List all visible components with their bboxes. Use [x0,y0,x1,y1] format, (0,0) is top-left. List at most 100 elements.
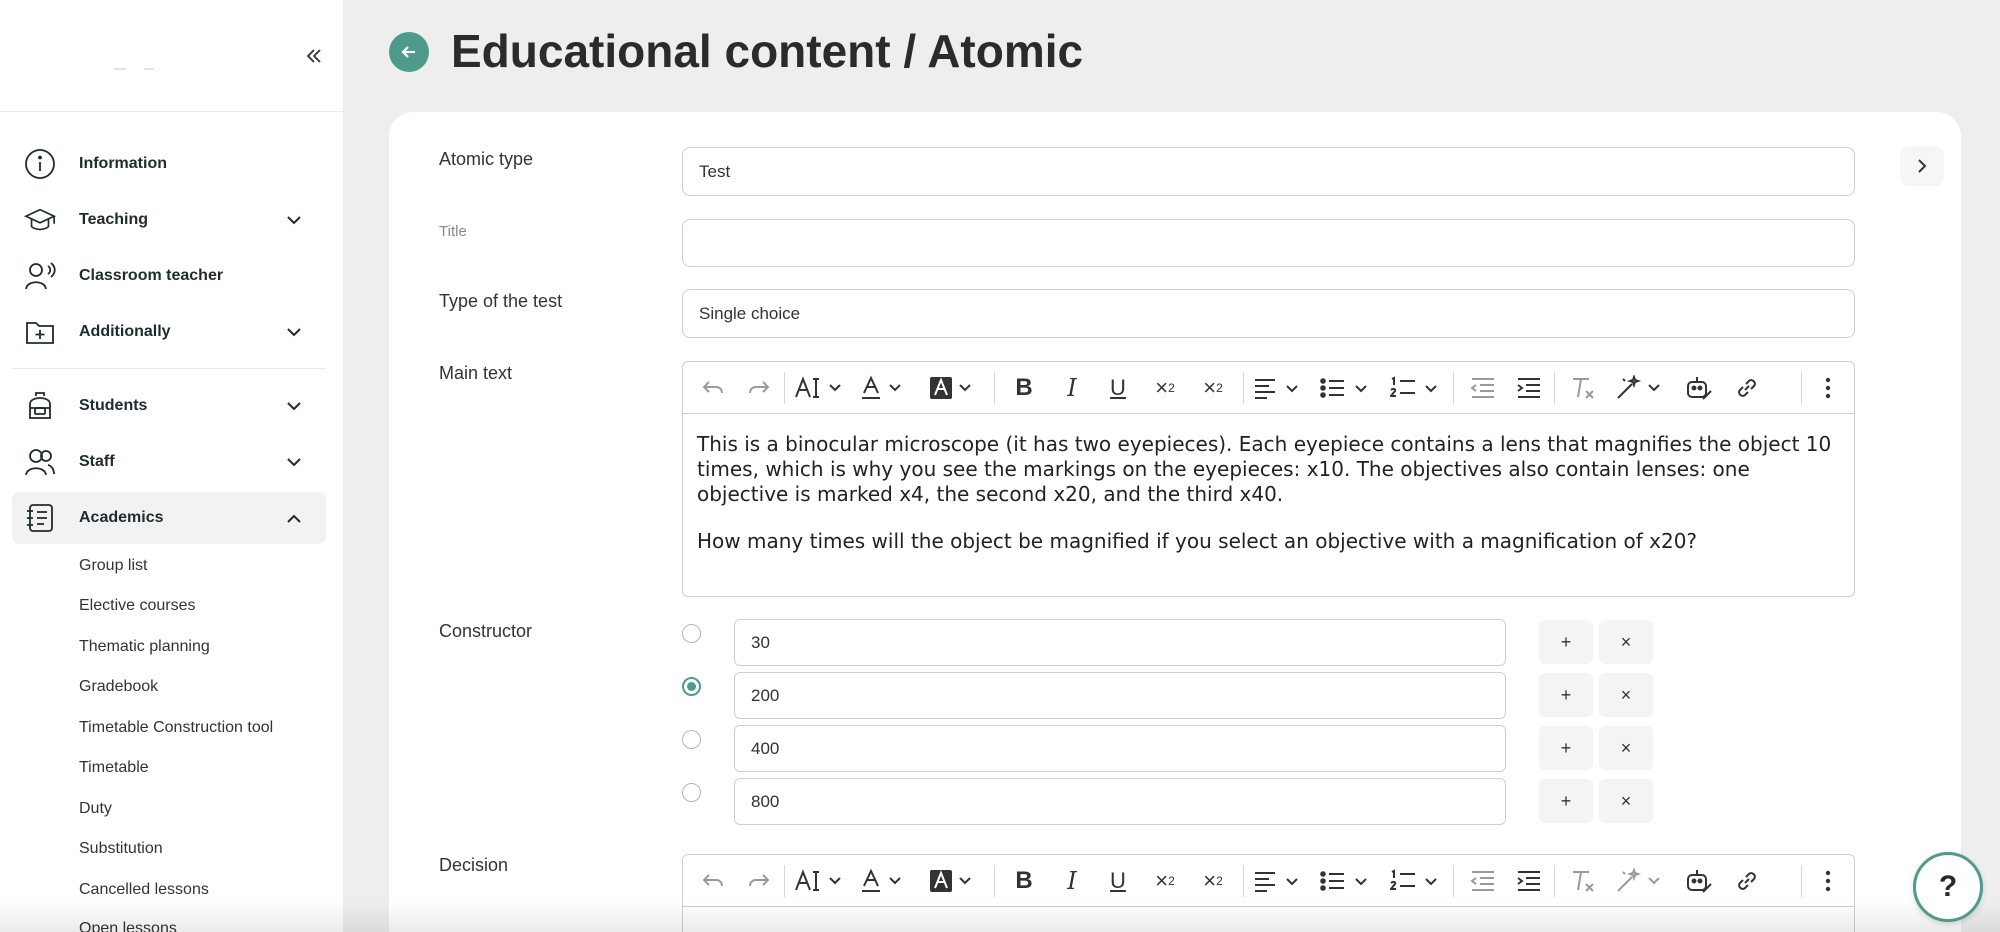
main-text-question: How many times will the object be magnif… [697,529,1698,553]
bold-icon[interactable]: B [1007,372,1041,404]
outdent-icon[interactable] [1465,865,1501,897]
font-color-icon[interactable] [859,865,907,897]
teacher-icon [24,260,56,292]
chevron-down-icon [284,396,304,416]
ai-assistant-icon[interactable] [1681,372,1717,404]
sidebar-item-teaching[interactable]: Teaching [12,194,326,246]
italic-icon[interactable]: I [1055,865,1089,897]
magic-wand-icon[interactable] [1613,865,1669,897]
answer-radio-3[interactable] [682,730,701,749]
highlight-color-icon[interactable] [927,372,977,404]
subscript-icon[interactable]: × 2 [1147,372,1183,404]
indent-icon[interactable] [1511,372,1547,404]
expand-panel-button[interactable] [1900,146,1944,186]
link-icon[interactable] [1729,372,1765,404]
remove-answer-button[interactable]: × [1599,620,1653,664]
answer-radio-2[interactable] [682,677,701,696]
more-options-icon[interactable] [1813,372,1843,404]
superscript-icon[interactable]: × 2 [1195,865,1231,897]
bulleted-list-icon[interactable] [1319,865,1375,897]
sidebar-item-information[interactable]: Information [12,138,326,190]
sidebar-item-classroom-teacher[interactable]: Classroom teacher [12,250,326,302]
sidebar-subitem-gradebook[interactable]: Gradebook [79,678,158,696]
undo-icon[interactable] [695,865,731,897]
editor-toolbar: B I U × 2 × 2 [683,362,1854,414]
add-answer-button[interactable]: + [1539,673,1593,717]
underline-icon[interactable]: U [1101,865,1135,897]
answer-field-3[interactable]: 400 [734,725,1506,772]
more-options-icon[interactable] [1813,865,1843,897]
sidebar-subitem-thematic-planning[interactable]: Thematic planning [79,638,210,656]
numbered-list-icon[interactable] [1389,372,1445,404]
font-size-icon[interactable] [793,865,847,897]
toolbar-separator [994,865,995,897]
toolbar-separator [1243,865,1244,897]
sidebar-subitem-cancelled-lessons[interactable]: Cancelled lessons [79,881,209,899]
logo [114,50,162,72]
sidebar-item-label: Classroom teacher [79,267,224,284]
answer-radio-1[interactable] [682,624,701,643]
indent-icon[interactable] [1511,865,1547,897]
highlight-color-icon[interactable] [927,865,977,897]
notebook-icon [24,502,56,534]
sidebar-item-label: Staff [79,453,115,470]
decision-label: Decision [439,855,509,875]
sidebar-subitem-timetable-construction-tool[interactable]: Timetable Construction tool [79,719,273,737]
align-icon[interactable] [1251,865,1307,897]
add-answer-button[interactable]: + [1539,726,1593,770]
main-text-content[interactable]: This is a binocular microscope (it has t… [697,432,1837,576]
remove-answer-button[interactable]: × [1599,673,1653,717]
font-color-icon[interactable] [859,372,907,404]
title-label: Title [439,223,467,240]
sidebar-subitem-duty[interactable]: Duty [79,800,112,818]
magic-wand-icon[interactable] [1613,372,1669,404]
sidebar-item-students[interactable]: Students [12,380,326,432]
atomic-type-field[interactable]: Test [682,147,1855,196]
clear-formatting-icon[interactable] [1565,372,1601,404]
subscript-icon[interactable]: × 2 [1147,865,1183,897]
sidebar-subitem-timetable[interactable]: Timetable [79,759,149,777]
sidebar-subitem-elective-courses[interactable]: Elective courses [79,597,196,615]
sidebar-item-label: Teaching [79,211,149,228]
ai-assistant-icon[interactable] [1681,865,1717,897]
sidebar-item-label: Students [79,397,148,414]
back-button[interactable] [389,32,429,72]
redo-icon[interactable] [741,372,777,404]
sidebar-subitem-substitution[interactable]: Substitution [79,840,163,858]
add-answer-button[interactable]: + [1539,620,1593,664]
help-button[interactable]: ? [1913,852,1983,922]
main-text-label: Main text [439,363,513,383]
double-chevron-left-icon[interactable] [296,38,332,74]
answer-field-4[interactable]: 800 [734,778,1506,825]
italic-icon[interactable]: I [1055,372,1089,404]
toolbar-separator [784,865,785,897]
add-answer-button[interactable]: + [1539,779,1593,823]
title-field[interactable] [682,219,1855,267]
font-size-icon[interactable] [793,372,847,404]
undo-icon[interactable] [695,372,731,404]
sidebar-subitem-open-lessons[interactable]: Open lessons [79,920,177,932]
sidebar-item-academics[interactable]: Academics [12,492,326,544]
sidebar-subitem-group-list[interactable]: Group list [79,557,147,575]
answer-field-2[interactable]: 200 [734,672,1506,719]
outdent-icon[interactable] [1465,372,1501,404]
link-icon[interactable] [1729,865,1765,897]
answer-radio-4[interactable] [682,783,701,802]
test-type-field[interactable]: Single choice [682,289,1855,338]
remove-answer-button[interactable]: × [1599,779,1653,823]
bold-icon[interactable]: B [1007,865,1041,897]
underline-icon[interactable]: U [1101,372,1135,404]
numbered-list-icon[interactable] [1389,865,1445,897]
remove-answer-button[interactable]: × [1599,726,1653,770]
align-icon[interactable] [1251,372,1307,404]
sidebar-item-additionally[interactable]: Additionally [12,306,326,358]
answer-field-1[interactable]: 30 [734,619,1506,666]
redo-icon[interactable] [741,865,777,897]
superscript-icon[interactable]: × 2 [1195,372,1231,404]
atomic-type-label: Atomic type [439,149,534,169]
backpack-icon [24,390,56,422]
sidebar-item-staff[interactable]: Staff [12,436,326,488]
bulleted-list-icon[interactable] [1319,372,1375,404]
clear-formatting-icon[interactable] [1565,865,1601,897]
toolbar-separator [784,372,785,404]
